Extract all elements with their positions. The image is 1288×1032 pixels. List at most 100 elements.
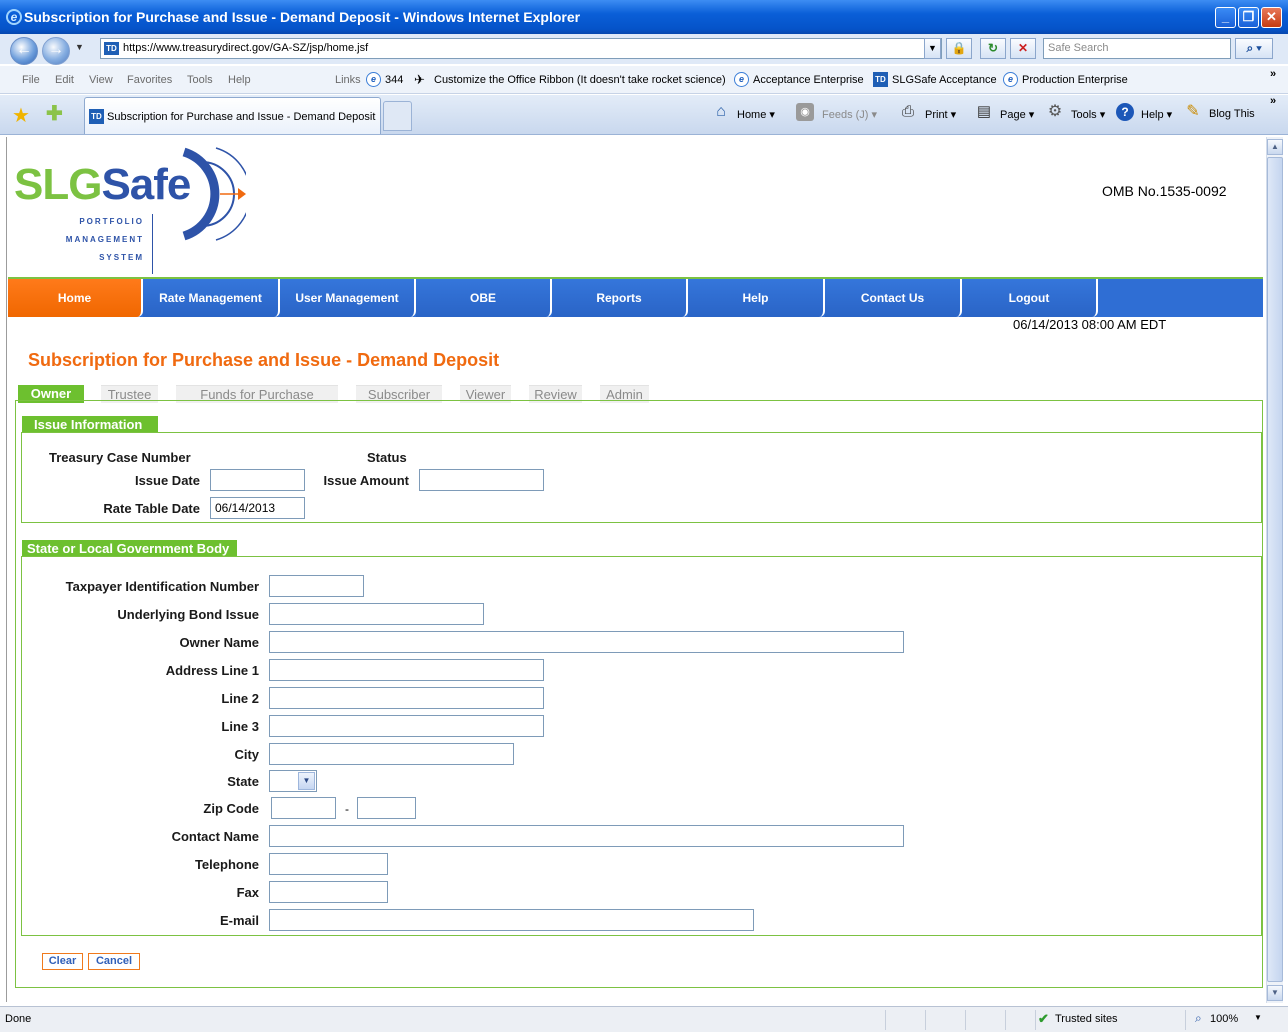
nav-obe[interactable]: OBE (416, 279, 552, 317)
menu-file[interactable]: File (22, 74, 40, 86)
status-segment (885, 1010, 925, 1030)
cancel-button[interactable]: Cancel (88, 953, 140, 970)
forward-button[interactable]: → (42, 37, 70, 65)
telephone-input[interactable] (269, 853, 388, 875)
email-label: E-mail (219, 913, 259, 928)
scroll-up-button[interactable]: ▲ (1267, 139, 1283, 155)
zoom-magnifier-icon[interactable]: ⌕ (1195, 1011, 1202, 1026)
back-button[interactable]: ← (10, 37, 38, 65)
link-344[interactable]: 344 (385, 74, 403, 86)
menu-view[interactable]: View (89, 74, 113, 86)
nav-rate-management[interactable]: Rate Management (143, 279, 280, 317)
chevron-down-icon[interactable]: ▼ (298, 772, 315, 790)
telephone-label: Telephone (194, 857, 259, 872)
status-text: Done (5, 1013, 32, 1025)
url-field[interactable]: TD https://www.treasurydirect.gov/GA-SZ/… (100, 38, 942, 59)
nav-logout[interactable]: Logout (962, 279, 1098, 317)
tools-gear-icon[interactable]: ⚙ (1046, 103, 1064, 121)
history-dropdown-icon[interactable]: ▼ (75, 42, 84, 52)
ie-page-icon: e (734, 72, 749, 87)
browser-tab[interactable]: TD Subscription for Purchase and Issue -… (84, 97, 381, 134)
logo-line-2: MANAGEMENT (65, 235, 144, 244)
home-icon[interactable]: ⌂ (712, 103, 730, 121)
zip-extension-input[interactable] (357, 797, 416, 819)
blog-pen-icon[interactable]: ✎ (1184, 103, 1202, 121)
omb-number: OMB No.1535-0092 (1102, 183, 1227, 199)
favorites-star-icon[interactable]: ★ (12, 103, 30, 128)
refresh-button[interactable]: ↻ (980, 38, 1006, 59)
lock-icon[interactable]: 🔒 (946, 38, 972, 59)
nav-help[interactable]: Help (688, 279, 825, 317)
underlying-bond-issue-input[interactable] (269, 603, 484, 625)
stop-button[interactable]: ✕ (1010, 38, 1036, 59)
menu-help[interactable]: Help (228, 74, 251, 86)
menu-edit[interactable]: Edit (55, 74, 74, 86)
more-links-chevron-icon[interactable]: » (1270, 68, 1276, 80)
print-icon[interactable]: ⎙ (899, 103, 917, 121)
link-customize-ribbon[interactable]: Customize the Office Ribbon (It doesn't … (434, 74, 726, 86)
feeds-command: Feeds (J) ▾ (822, 109, 878, 121)
underlying-bond-issue-label: Underlying Bond Issue (117, 607, 259, 622)
logo-arc-icon (182, 147, 246, 241)
zip-code-input[interactable] (271, 797, 336, 819)
page-command[interactable]: Page ▾ (1000, 108, 1034, 121)
state-select[interactable]: ▼ (269, 770, 317, 792)
tools-command[interactable]: Tools ▾ (1071, 108, 1105, 121)
nav-reports[interactable]: Reports (552, 279, 688, 317)
email-input[interactable] (269, 909, 754, 931)
link-acceptance-enterprise[interactable]: Acceptance Enterprise (753, 74, 864, 86)
url-dropdown-button[interactable]: ▼ (924, 38, 941, 59)
nav-user-management[interactable]: User Management (280, 279, 416, 317)
zoom-level[interactable]: 100% (1210, 1013, 1238, 1025)
search-input[interactable]: Safe Search (1043, 38, 1231, 59)
address-line-1-input[interactable] (269, 659, 544, 681)
city-input[interactable] (269, 743, 514, 765)
window-titlebar: e Subscription for Purchase and Issue - … (0, 0, 1288, 34)
blog-this-command[interactable]: Blog This (1209, 108, 1255, 120)
status-segment (965, 1010, 1005, 1030)
fax-label: Fax (236, 885, 259, 900)
scroll-thumb[interactable] (1267, 157, 1283, 982)
contact-name-input[interactable] (269, 825, 904, 847)
address-line-2-input[interactable] (269, 687, 544, 709)
owner-name-input[interactable] (269, 631, 904, 653)
menu-favorites[interactable]: Favorites (127, 74, 172, 86)
vertical-scrollbar[interactable]: ▲ ▼ (1266, 137, 1283, 1003)
issue-amount-input[interactable] (419, 469, 544, 491)
rate-table-date-input[interactable]: 06/14/2013 (210, 497, 305, 519)
tin-input[interactable] (269, 575, 364, 597)
maximize-button[interactable]: ❐ (1238, 7, 1259, 28)
page-title: Subscription for Purchase and Issue - De… (28, 350, 500, 370)
print-command[interactable]: Print ▾ (925, 108, 956, 121)
search-icon[interactable]: ⌕ ▾ (1235, 38, 1273, 59)
menu-tools[interactable]: Tools (187, 74, 213, 86)
home-command[interactable]: Home ▾ (737, 108, 775, 121)
scroll-down-button[interactable]: ▼ (1267, 985, 1283, 1001)
address-line-3-input[interactable] (269, 715, 544, 737)
minimize-button[interactable]: _ (1215, 7, 1236, 28)
new-tab-button[interactable] (383, 101, 412, 131)
links-label: Links (335, 74, 361, 86)
help-command[interactable]: Help ▾ (1141, 108, 1172, 121)
tab-command-bar: ★ ✚ TD Subscription for Purchase and Iss… (0, 95, 1288, 135)
checkmark-icon: ✔ (1038, 1011, 1049, 1026)
issue-date-input[interactable] (210, 469, 305, 491)
zoom-dropdown-icon[interactable]: ▼ (1254, 1013, 1262, 1022)
nav-contact-us[interactable]: Contact Us (825, 279, 962, 317)
more-commands-chevron-icon[interactable]: » (1270, 95, 1276, 107)
fax-input[interactable] (269, 881, 388, 903)
ie-page-icon: e (1003, 72, 1018, 87)
issue-information-section (21, 432, 1262, 523)
page-icon[interactable]: ▤ (975, 103, 993, 121)
link-production-enterprise[interactable]: Production Enterprise (1022, 74, 1128, 86)
nav-home[interactable]: Home (8, 279, 143, 317)
security-zone: Trusted sites (1055, 1013, 1118, 1025)
zip-code-label: Zip Code (203, 801, 259, 816)
close-window-button[interactable]: ✕ (1261, 7, 1282, 28)
help-icon[interactable]: ? (1116, 103, 1134, 121)
clear-button[interactable]: Clear (42, 953, 83, 970)
state-label: State (227, 774, 259, 789)
link-slgsafe-acceptance[interactable]: SLGSafe Acceptance (892, 74, 997, 86)
add-favorite-icon[interactable]: ✚ (46, 101, 63, 126)
main-nav: Home Rate Management User Management OBE… (8, 279, 1263, 317)
